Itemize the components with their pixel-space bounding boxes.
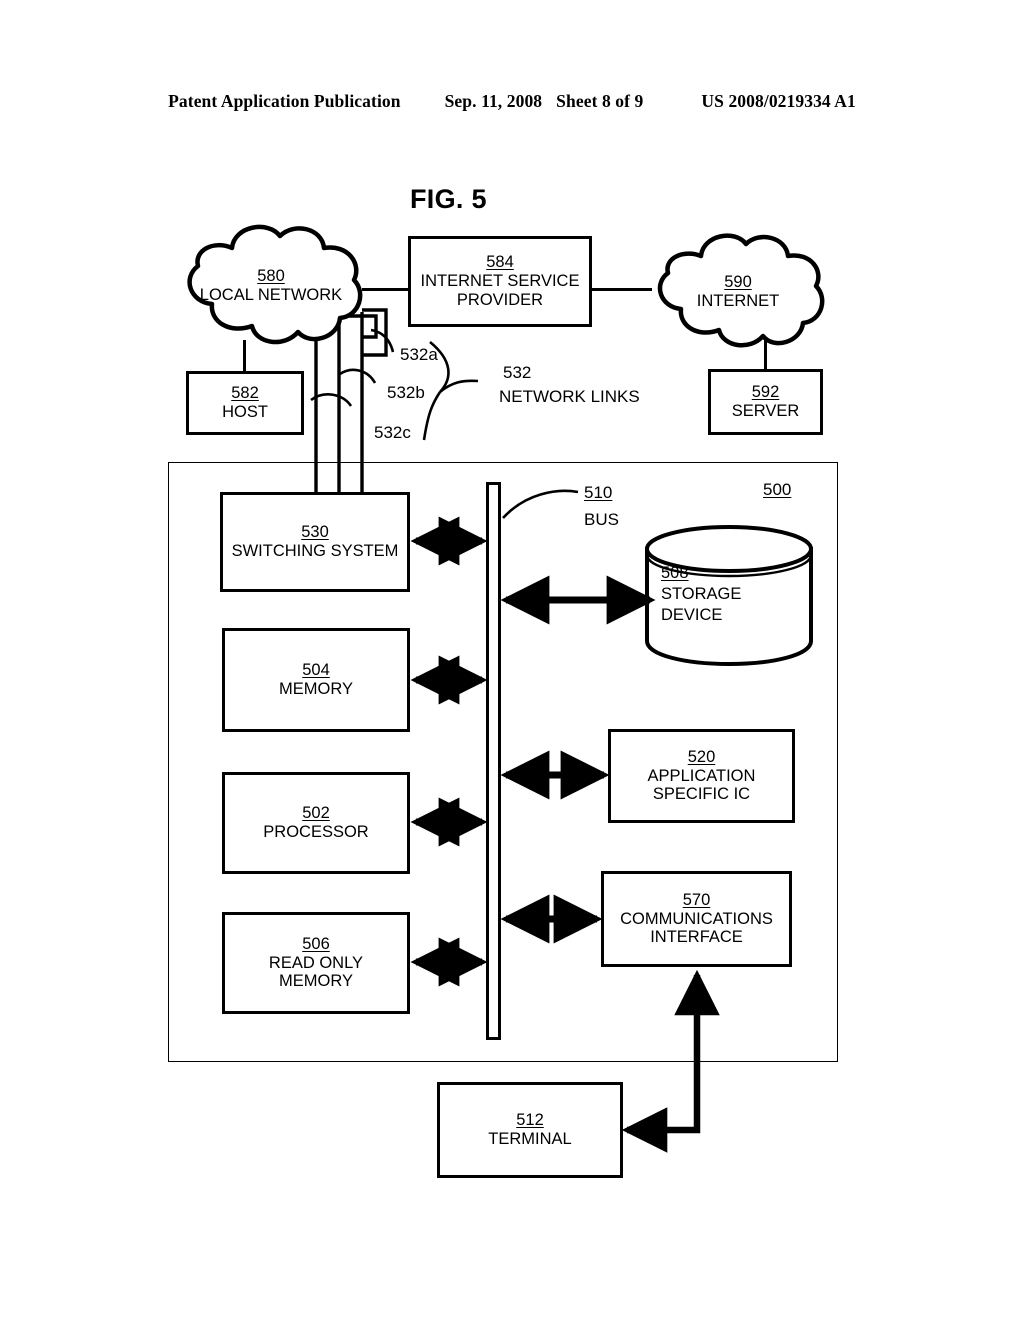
connector-isp-internet [590,288,652,291]
isp-box: 584 INTERNET SERVICE PROVIDER [408,236,592,327]
bus-ref: 510 [584,483,613,502]
read-only-memory-box: 506 READ ONLY MEMORY [222,912,410,1014]
read-only-memory-label: READ ONLY MEMORY [268,953,364,991]
read-only-memory-ref: 506 [302,934,330,953]
server-box: 592 SERVER [708,369,823,435]
patent-number: US 2008/0219334 A1 [701,90,856,111]
network-links-ref: 532 [503,363,532,382]
terminal-label: TERMINAL [488,1130,572,1148]
local-network-cloud: 580 LOCAL NETWORK [172,218,370,353]
switching-system-label: SWITCHING SYSTEM [231,542,399,560]
network-links-label: NETWORK LINKS [499,387,640,406]
communications-interface-label: COMMUNICATIONS INTERFACE [620,909,773,947]
terminal-ref: 512 [516,1111,544,1130]
server-label: SERVER [731,402,800,420]
sheet-number: Sheet 8 of 9 [556,90,644,111]
storage-device-cylinder: 508 STORAGE DEVICE [643,523,815,667]
publication-label: Patent Application Publication [168,90,401,111]
processor-box: 502 PROCESSOR [222,772,410,874]
isp-ref: 584 [486,253,514,272]
terminal-box: 512 TERMINAL [437,1082,623,1178]
figure-title: FIG. 5 [410,184,487,214]
processor-label: PROCESSOR [263,823,369,841]
communications-interface-box: 570 COMMUNICATIONS INTERFACE [601,871,792,967]
link-a-label: 532a [400,345,438,364]
page-header: Patent Application Publication Sep. 11, 2… [0,88,1024,114]
processor-ref: 502 [302,804,330,823]
link-b-label: 532b [387,383,425,402]
host-box: 582 HOST [186,371,304,435]
switching-system-ref: 530 [301,523,329,542]
memory-ref: 504 [302,661,330,680]
internet-cloud: 590 INTERNET [645,228,831,356]
switching-system-box: 530 SWITCHING SYSTEM [220,492,410,592]
asic-label: APPLICATION SPECIFIC IC [647,766,756,804]
system-bus [486,482,501,1040]
isp-label: INTERNET SERVICE PROVIDER [420,272,580,309]
host-label: HOST [222,403,268,421]
bus-label: BUS [584,510,619,529]
link-c-label: 532c [374,423,411,442]
communications-interface-ref: 570 [682,890,711,909]
host-ref: 582 [231,384,259,403]
asic-ref: 520 [687,747,716,766]
memory-box: 504 MEMORY [222,628,410,732]
server-ref: 592 [751,383,780,402]
asic-box: 520 APPLICATION SPECIFIC IC [608,729,795,823]
publication-date: Sep. 11, 2008 [444,90,543,111]
memory-label: MEMORY [279,680,353,698]
system-ref-500: 500 [763,480,792,499]
